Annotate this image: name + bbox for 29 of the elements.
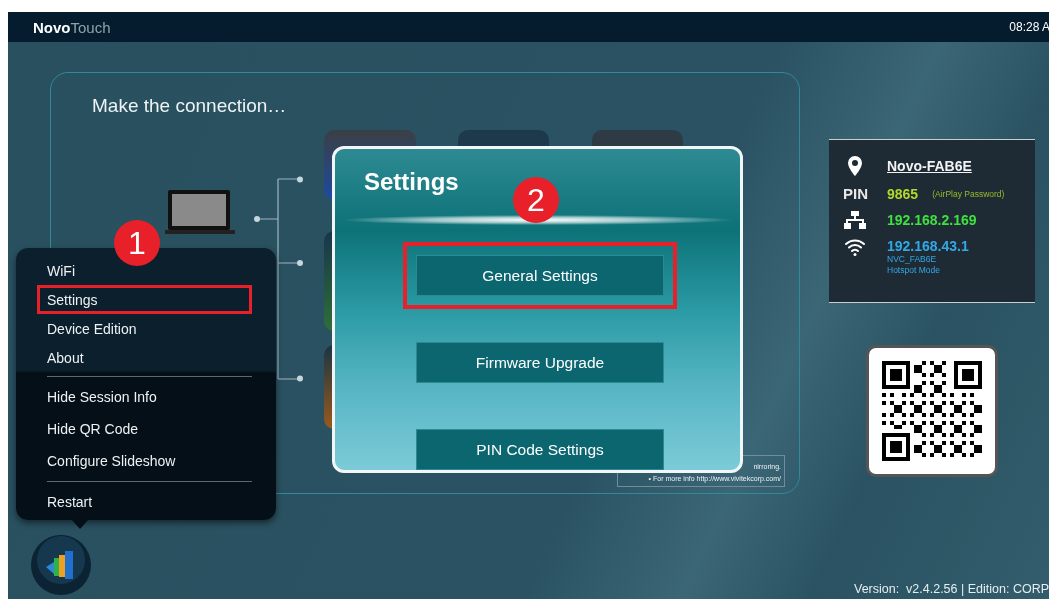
menu-item[interactable]: Settings [37, 285, 252, 314]
wifi-mode-text: Hotspot Mode [887, 265, 941, 276]
menu-item[interactable]: Hide QR Code [37, 413, 252, 445]
laptop-icon [165, 190, 235, 236]
network-icon [843, 211, 867, 229]
settings-option-button[interactable]: PIN Code Settings [416, 429, 664, 470]
pin-label: PIN [843, 185, 869, 202]
menu-item[interactable]: About [37, 343, 252, 372]
dialog-title: Settings [364, 167, 459, 197]
menu-item[interactable]: Hide Session Info [37, 381, 252, 413]
logo-text: Touch [70, 18, 111, 36]
wifi-ip-address: 192.168.43.1 [887, 238, 969, 254]
menu-item[interactable]: Restart [37, 486, 252, 518]
logo-text: Novo [33, 18, 71, 36]
wifi-icon [843, 238, 867, 256]
menu-item[interactable]: Device Edition [37, 314, 252, 343]
lan-ip-address: 192.168.2.169 [887, 212, 977, 228]
settings-option-button[interactable]: General Settings [416, 255, 664, 296]
settings-option-button[interactable]: Firmware Upgrade [416, 342, 664, 383]
step-badge: 1 [114, 220, 160, 266]
panel-title: Make the connection… [92, 95, 287, 117]
ssid-text: NVC_FAB6E [887, 254, 938, 265]
app-launcher-icon[interactable] [30, 534, 92, 596]
pin-code: 9865 [887, 185, 919, 202]
menu-item[interactable]: Configure Slideshow [37, 445, 252, 477]
airplay-password-note: (AirPlay Password) [932, 188, 1005, 199]
device-name: Novo-FAB6E [887, 158, 972, 174]
clock-time: 08:28 A [1009, 20, 1049, 34]
version-text: Version: v2.4.2.56 | Edition: CORP [854, 582, 1049, 596]
